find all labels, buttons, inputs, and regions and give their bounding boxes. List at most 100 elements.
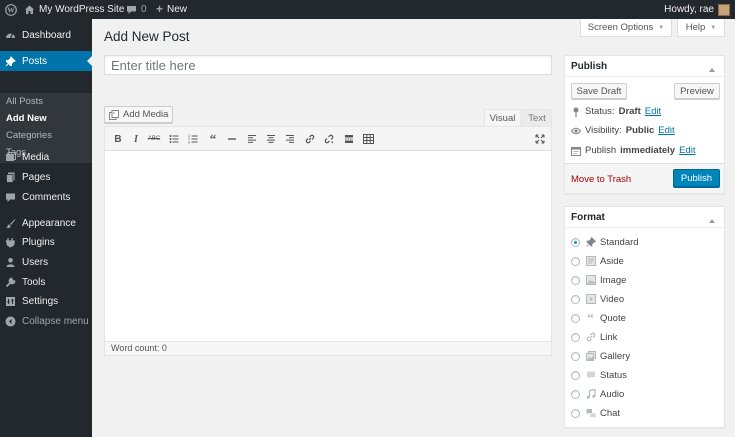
gallery-icon: [585, 351, 596, 362]
help-button[interactable]: Help ▼: [677, 19, 725, 37]
bold-icon[interactable]: B: [110, 131, 126, 147]
format-radio[interactable]: [571, 332, 580, 342]
image-icon: [585, 275, 596, 286]
new-content-link[interactable]: + New: [156, 0, 187, 19]
strikethrough-icon[interactable]: ABC: [146, 131, 162, 147]
blockquote-icon[interactable]: “: [205, 131, 221, 147]
format-option-gallery[interactable]: Gallery: [571, 349, 630, 363]
format-radio[interactable]: [571, 408, 580, 418]
wrench-icon: [5, 276, 16, 288]
sidebar-item-comments[interactable]: Comments: [0, 187, 92, 207]
video-icon: [585, 294, 596, 305]
aside-icon: [585, 256, 596, 267]
format-option-video[interactable]: Video: [571, 292, 624, 306]
calendar-icon: [571, 146, 581, 156]
sidebar-item-pages[interactable]: Pages: [0, 167, 92, 187]
tab-visual[interactable]: Visual: [484, 109, 521, 126]
settings-icon: [5, 296, 16, 307]
editor-toolbar: B I ABC 123 “: [105, 127, 551, 151]
publish-metabox-header[interactable]: Publish: [565, 56, 724, 77]
pin-icon: [5, 55, 16, 67]
caret-up-icon[interactable]: [709, 64, 715, 75]
admin-bar: W My WordPress Site 0 + New Howdy, rae: [0, 0, 735, 19]
format-radio[interactable]: [571, 294, 580, 304]
wordpress-logo-icon[interactable]: W: [5, 0, 17, 19]
format-radio[interactable]: [571, 351, 580, 361]
edit-status-link[interactable]: Edit: [645, 106, 661, 117]
comment-icon: [5, 192, 16, 203]
bulleted-list-icon[interactable]: [166, 131, 182, 147]
plugin-icon: [5, 237, 16, 248]
format-metabox-header[interactable]: Format: [565, 207, 724, 228]
submenu-add-new[interactable]: Add New: [6, 113, 47, 124]
sidebar-item-posts[interactable]: Posts: [0, 51, 92, 71]
my-account-link[interactable]: Howdy, rae: [664, 0, 730, 19]
format-radio[interactable]: [571, 313, 580, 323]
format-radio[interactable]: [571, 389, 580, 399]
format-metabox-title: Format: [571, 211, 605, 223]
pin-icon: [571, 107, 581, 117]
site-name-link[interactable]: My WordPress Site: [24, 0, 124, 19]
format-option-link[interactable]: Link: [571, 330, 617, 344]
post-status-value: Draft: [618, 106, 641, 117]
eye-icon: [571, 127, 581, 135]
fullscreen-icon[interactable]: [532, 131, 548, 147]
sidebar-item-dashboard[interactable]: Dashboard: [0, 25, 92, 45]
comments-count: 0: [141, 4, 147, 15]
editor-content-area[interactable]: [105, 151, 551, 341]
post-title-input[interactable]: [104, 55, 552, 75]
submenu-categories[interactable]: Categories: [6, 130, 52, 141]
format-option-audio[interactable]: Audio: [571, 387, 624, 401]
align-right-icon[interactable]: [282, 131, 298, 147]
post-schedule-row: Publish immediately Edit: [571, 145, 695, 156]
add-media-button[interactable]: Add Media: [104, 106, 173, 123]
editor-status-bar: Word count: 0: [105, 341, 551, 355]
format-option-standard[interactable]: Standard: [571, 235, 639, 249]
tab-text[interactable]: Text: [522, 109, 552, 126]
format-option-status[interactable]: Status: [571, 368, 627, 382]
collapse-menu-button[interactable]: Collapse menu: [0, 311, 92, 331]
submenu-all-posts[interactable]: All Posts: [6, 96, 43, 107]
format-radio[interactable]: [571, 256, 580, 266]
format-option-image[interactable]: Image: [571, 273, 626, 287]
format-radio[interactable]: [571, 237, 580, 247]
comments-link[interactable]: 0: [126, 0, 147, 19]
save-draft-button[interactable]: Save Draft: [571, 83, 627, 99]
avatar: [718, 3, 730, 16]
sidebar-item-media[interactable]: Media: [0, 147, 92, 167]
format-option-quote[interactable]: “ Quote: [571, 310, 626, 325]
publish-metabox-title: Publish: [571, 60, 608, 72]
edit-visibility-link[interactable]: Edit: [658, 125, 674, 136]
align-left-icon[interactable]: [244, 131, 260, 147]
caret-up-icon[interactable]: [709, 215, 715, 226]
screen-options-button[interactable]: Screen Options ▼: [580, 19, 672, 37]
collapse-icon: [5, 316, 16, 327]
toolbar-toggle-icon[interactable]: [360, 131, 376, 147]
read-more-icon[interactable]: [341, 131, 357, 147]
format-option-chat[interactable]: Chat: [571, 406, 620, 420]
numbered-list-icon[interactable]: 123: [185, 131, 201, 147]
caret-down-icon: ▼: [710, 24, 717, 31]
publish-button[interactable]: Publish: [673, 169, 720, 187]
chat-icon: [585, 408, 596, 419]
sidebar-item-appearance[interactable]: Appearance: [0, 213, 92, 233]
sidebar-item-settings[interactable]: Settings: [0, 291, 92, 311]
format-radio[interactable]: [571, 275, 580, 285]
sidebar-item-plugins[interactable]: Plugins: [0, 232, 92, 252]
align-center-icon[interactable]: [263, 131, 279, 147]
post-editor: B I ABC 123 “ Word count: 0: [104, 126, 552, 356]
sidebar-item-users[interactable]: Users: [0, 252, 92, 272]
insert-link-icon[interactable]: [302, 131, 318, 147]
format-option-aside[interactable]: Aside: [571, 254, 624, 268]
move-to-trash-link[interactable]: Move to Trash: [571, 174, 631, 185]
format-radio[interactable]: [571, 370, 580, 380]
svg-text:W: W: [7, 5, 15, 14]
italic-icon[interactable]: I: [128, 131, 144, 147]
sidebar-item-tools[interactable]: Tools: [0, 272, 92, 292]
preview-button[interactable]: Preview: [674, 83, 720, 99]
publish-metabox: Publish Save Draft Preview Status: Draft…: [564, 55, 725, 194]
remove-link-icon[interactable]: [321, 131, 337, 147]
horizontal-line-icon[interactable]: [224, 131, 240, 147]
edit-schedule-link[interactable]: Edit: [679, 145, 695, 156]
media-icon: [109, 109, 119, 120]
